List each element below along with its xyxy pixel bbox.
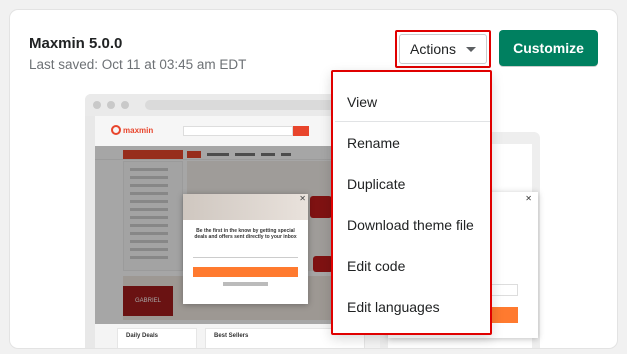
actions-button-label: Actions <box>410 41 456 57</box>
daily-deals-box: Daily Deals <box>117 328 197 348</box>
actions-menu: View Rename Duplicate Download theme fil… <box>331 70 492 335</box>
chevron-down-icon <box>465 46 476 52</box>
popup-checkbox-label <box>223 282 268 286</box>
menu-item-edit-languages[interactable]: Edit languages <box>347 299 440 315</box>
menu-item-view[interactable]: View <box>347 94 377 110</box>
best-sellers-title: Best Sellers <box>214 333 249 339</box>
last-saved-text: Last saved: Oct 11 at 03:45 am EDT <box>29 57 247 72</box>
store-logo: maxmin <box>123 126 154 135</box>
popup-header-image <box>183 194 308 220</box>
window-dot-icon <box>121 101 129 109</box>
menu-item-duplicate[interactable]: Duplicate <box>347 176 405 192</box>
actions-button[interactable]: Actions <box>395 30 491 68</box>
window-dot-icon <box>107 101 115 109</box>
menu-item-edit-code[interactable]: Edit code <box>347 258 405 274</box>
menu-divider <box>335 121 490 122</box>
newsletter-popup: ✕ Be the first in the know by getting sp… <box>183 194 308 304</box>
window-dot-icon <box>93 101 101 109</box>
popup-email-field <box>193 249 298 258</box>
theme-card: Maxmin 5.0.0 Last saved: Oct 11 at 03:45… <box>10 10 617 348</box>
menu-item-download-theme-file[interactable]: Download theme file <box>347 217 474 233</box>
daily-deals-title: Daily Deals <box>126 333 159 339</box>
store-search-bar <box>183 126 293 136</box>
popup-text: Be the first in the know by getting spec… <box>194 228 297 240</box>
close-icon: ✕ <box>299 194 306 203</box>
store-search-icon <box>293 126 309 136</box>
customize-button[interactable]: Customize <box>499 30 598 66</box>
close-icon: ✕ <box>525 194 532 203</box>
store-logo-icon <box>111 125 121 135</box>
theme-name: Maxmin 5.0.0 <box>29 35 123 52</box>
popup-signup-button <box>193 267 298 277</box>
menu-item-rename[interactable]: Rename <box>347 135 400 151</box>
